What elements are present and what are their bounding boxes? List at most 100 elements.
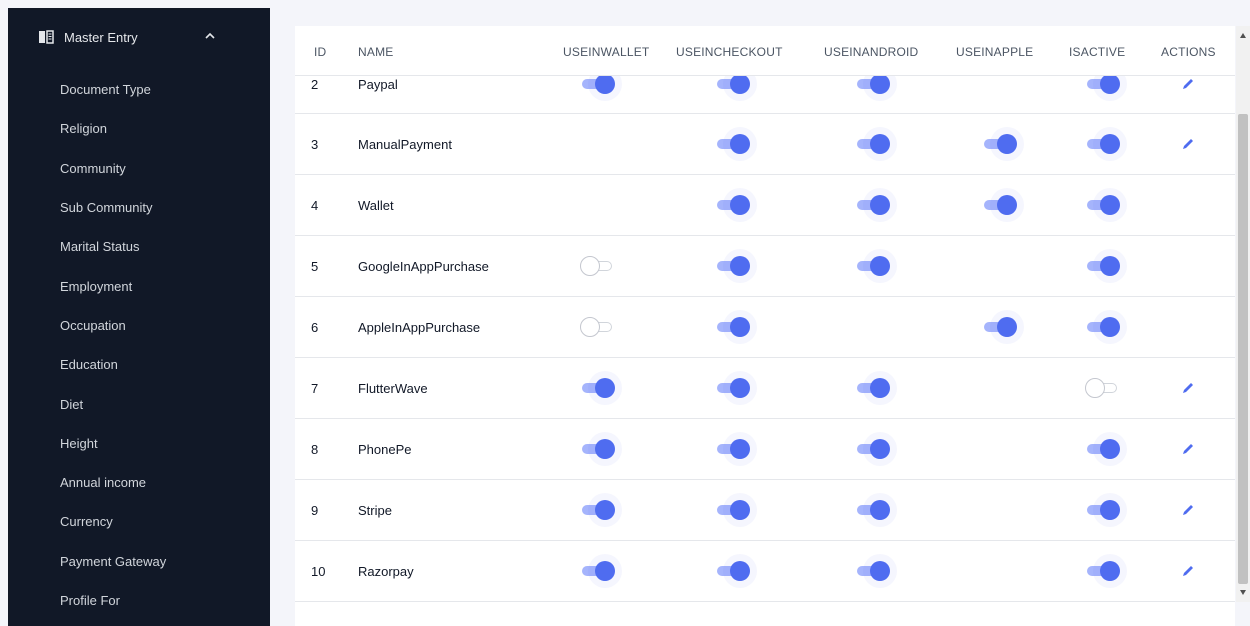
scrollbar-thumb[interactable] <box>1238 114 1248 584</box>
edit-pencil-icon[interactable] <box>1180 502 1196 518</box>
toggle-wallet[interactable] <box>578 376 618 400</box>
table-row: 8 PhonePe <box>295 419 1235 480</box>
toggle-active[interactable] <box>1083 559 1123 583</box>
toggle-wallet[interactable] <box>578 498 618 522</box>
toggle-android[interactable] <box>853 193 893 217</box>
toggle-active[interactable] <box>1083 132 1123 156</box>
toggle-android[interactable] <box>853 132 893 156</box>
cell-id: 2 <box>311 77 319 92</box>
scroll-up-arrow-icon[interactable] <box>1239 32 1247 40</box>
toggle-checkout[interactable] <box>713 498 753 522</box>
sidebar-item-occupation[interactable]: Occupation <box>60 306 166 345</box>
column-header-id: ID <box>314 45 327 59</box>
column-header-useincheckout: USEINCHECKOUT <box>676 45 783 59</box>
sidebar-item-profile-for[interactable]: Profile For <box>60 581 166 620</box>
toggle-knob <box>1100 256 1120 276</box>
sidebar-item-currency[interactable]: Currency <box>60 502 166 541</box>
table-row: 9 Stripe <box>295 480 1235 541</box>
sidebar-item-marital-status[interactable]: Marital Status <box>60 227 166 266</box>
sidebar-item-education[interactable]: Education <box>60 345 166 384</box>
toggle-knob <box>580 256 600 276</box>
sidebar-item-religion[interactable]: Religion <box>60 109 166 148</box>
sidebar-item-payment-gateway[interactable]: Payment Gateway <box>60 542 166 581</box>
toggle-knob <box>730 74 750 94</box>
vertical-scrollbar[interactable] <box>1236 26 1250 602</box>
sidebar: Master Entry Document Type Religion Commun… <box>8 8 270 626</box>
toggle-active[interactable] <box>1083 437 1123 461</box>
sidebar-item-sub-community[interactable]: Sub Community <box>60 188 166 227</box>
toggle-android[interactable] <box>853 559 893 583</box>
toggle-active[interactable] <box>1083 315 1123 339</box>
edit-pencil-icon[interactable] <box>1180 441 1196 457</box>
toggle-checkout[interactable] <box>713 437 753 461</box>
toggle-knob <box>730 500 750 520</box>
toggle-knob <box>1100 134 1120 154</box>
toggle-wallet[interactable] <box>578 437 618 461</box>
table-row: 4 Wallet <box>295 175 1235 236</box>
chevron-up-icon[interactable] <box>204 30 216 42</box>
cell-id: 9 <box>311 503 319 518</box>
toggle-knob <box>730 134 750 154</box>
payment-gateway-table: ID NAME USEINWALLET USEINCHECKOUT USEINANDRO… <box>295 26 1235 626</box>
cell-name: ManualPayment <box>358 137 452 152</box>
toggle-knob <box>730 439 750 459</box>
toggle-knob <box>595 378 615 398</box>
sidebar-item-height[interactable]: Height <box>60 424 166 463</box>
cell-name: AppleInAppPurchase <box>358 320 481 335</box>
cell-name: GoogleInAppPurchase <box>358 259 489 274</box>
sidebar-section-master-entry[interactable]: Master Entry <box>38 26 215 48</box>
edit-pencil-icon[interactable] <box>1180 563 1196 579</box>
toggle-knob <box>870 439 890 459</box>
cell-id: 7 <box>311 381 319 396</box>
toggle-knob <box>870 195 890 215</box>
toggle-android[interactable] <box>853 376 893 400</box>
toggle-knob <box>997 317 1017 337</box>
toggle-active[interactable] <box>1083 376 1123 400</box>
toggle-wallet[interactable] <box>578 559 618 583</box>
toggle-wallet[interactable] <box>578 315 618 339</box>
cell-id: 8 <box>311 442 319 457</box>
toggle-knob <box>595 561 615 581</box>
table-row: 3 ManualPayment <box>295 114 1235 175</box>
edit-pencil-icon[interactable] <box>1180 136 1196 152</box>
toggle-knob <box>730 256 750 276</box>
sidebar-item-community[interactable]: Community <box>60 149 166 188</box>
cell-id: 4 <box>311 198 319 213</box>
toggle-android[interactable] <box>853 498 893 522</box>
column-header-isactive: ISACTIVE <box>1069 45 1126 59</box>
sidebar-item-annual-income[interactable]: Annual income <box>60 463 166 502</box>
toggle-knob <box>730 561 750 581</box>
toggle-android[interactable] <box>853 254 893 278</box>
sidebar-section-title: Master Entry <box>64 29 138 45</box>
sidebar-item-employment[interactable]: Employment <box>60 266 166 305</box>
edit-pencil-icon[interactable] <box>1180 76 1196 92</box>
cell-name: Paypal <box>358 77 398 92</box>
sidebar-item-document-type[interactable]: Document Type <box>60 70 166 109</box>
toggle-checkout[interactable] <box>713 254 753 278</box>
toggle-knob <box>595 74 615 94</box>
cell-id: 6 <box>311 320 319 335</box>
column-header-name: NAME <box>358 45 394 59</box>
cell-id: 3 <box>311 137 319 152</box>
toggle-android[interactable] <box>853 437 893 461</box>
toggle-knob <box>870 378 890 398</box>
toggle-apple[interactable] <box>980 193 1020 217</box>
toggle-apple[interactable] <box>980 132 1020 156</box>
toggle-knob <box>580 317 600 337</box>
sidebar-item-diet[interactable]: Diet <box>60 384 166 423</box>
scroll-down-arrow-icon[interactable] <box>1239 588 1247 596</box>
cell-name: FlutterWave <box>358 381 428 396</box>
toggle-active[interactable] <box>1083 254 1123 278</box>
toggle-checkout[interactable] <box>713 376 753 400</box>
toggle-apple[interactable] <box>980 315 1020 339</box>
book-icon <box>39 30 54 44</box>
toggle-active[interactable] <box>1083 498 1123 522</box>
toggle-checkout[interactable] <box>713 193 753 217</box>
column-header-useinwallet: USEINWALLET <box>563 45 650 59</box>
toggle-checkout[interactable] <box>713 315 753 339</box>
edit-pencil-icon[interactable] <box>1180 380 1196 396</box>
toggle-checkout[interactable] <box>713 559 753 583</box>
toggle-wallet[interactable] <box>578 254 618 278</box>
toggle-active[interactable] <box>1083 193 1123 217</box>
toggle-checkout[interactable] <box>713 132 753 156</box>
